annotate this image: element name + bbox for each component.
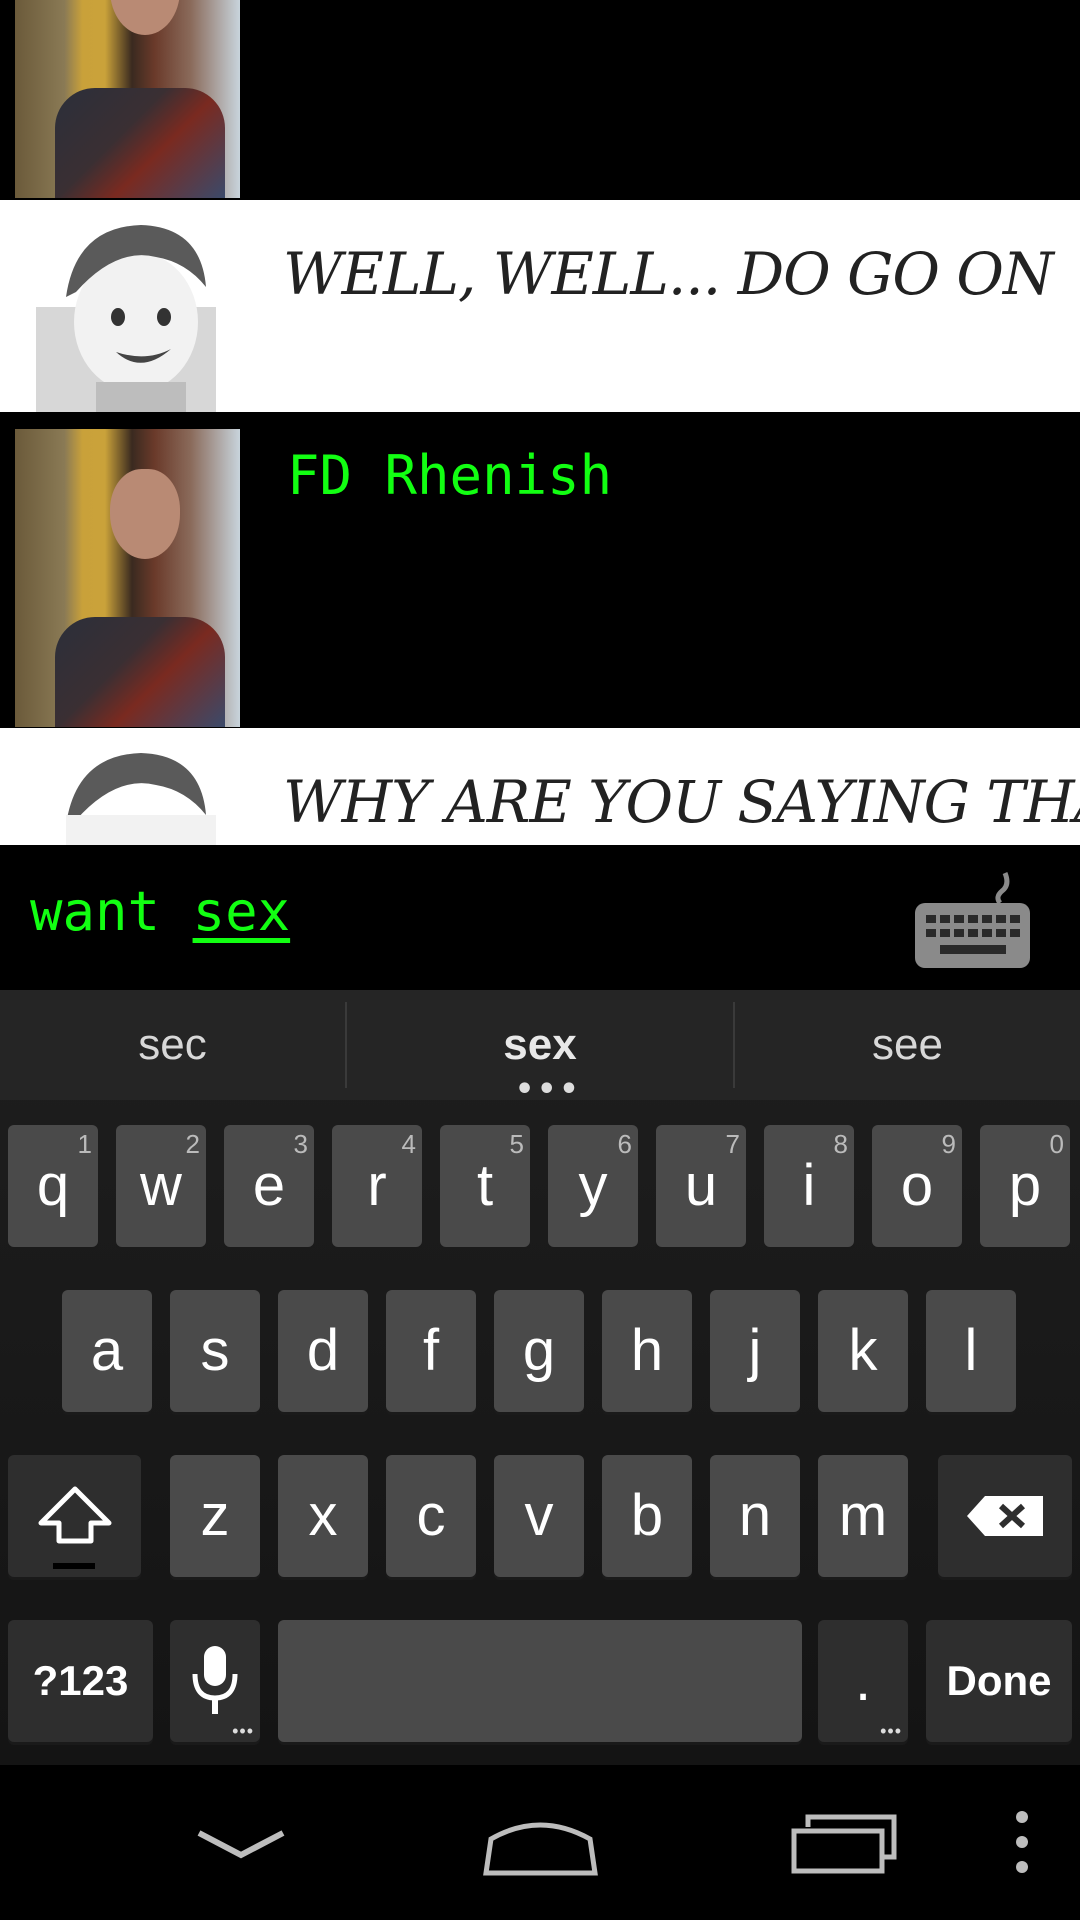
period-key[interactable]: . ••• [818,1620,908,1742]
key-r[interactable]: r4 [332,1125,422,1247]
key-s[interactable]: s [170,1290,260,1412]
soft-keyboard: sec sex ••• see q1 w2 e3 r4 t5 y6 u7 i8 … [0,990,1080,1765]
bot-message-row: WELL, WELL... DO GO ON [0,200,1080,412]
key-d[interactable]: d [278,1290,368,1412]
key-u[interactable]: u7 [656,1125,746,1247]
shift-icon [38,1486,111,1544]
bot-message-text: WELL, WELL... DO GO ON [283,240,1054,308]
key-w[interactable]: w2 [116,1125,206,1247]
navigation-bar [0,1765,1080,1920]
suggestion-left[interactable]: sec [0,990,345,1100]
overflow-menu-icon[interactable] [1010,1807,1034,1877]
shift-key[interactable] [8,1455,141,1577]
composing-word: sex [192,880,291,943]
key-b[interactable]: b [602,1455,692,1577]
user-message-row [0,0,1080,200]
bot-avatar [66,753,216,845]
user-photo [15,429,240,727]
key-x[interactable]: x [278,1455,368,1577]
bot-message-row: WHY ARE YOU SAYING THAT? [0,728,1080,845]
key-t[interactable]: t5 [440,1125,530,1247]
conversation-list[interactable]: WELL, WELL... DO GO ON FD Rhenish WHY AR… [0,0,1080,845]
key-f[interactable]: f [386,1290,476,1412]
key-p[interactable]: p0 [980,1125,1070,1247]
bot-message-text: WHY ARE YOU SAYING THAT? [283,768,1080,836]
key-e[interactable]: e3 [224,1125,314,1247]
recent-apps-icon[interactable] [790,1813,900,1875]
microphone-icon [192,1646,238,1714]
key-l[interactable]: l [926,1290,1016,1412]
key-i[interactable]: i8 [764,1125,854,1247]
back-down-icon[interactable] [195,1827,287,1861]
backspace-key[interactable] [938,1455,1072,1577]
key-m[interactable]: m [818,1455,908,1577]
home-icon[interactable] [483,1817,598,1877]
done-key[interactable]: Done [926,1620,1072,1742]
message-input[interactable]: want sex [30,880,290,943]
suggestion-right[interactable]: see [735,990,1080,1100]
key-y[interactable]: y6 [548,1125,638,1247]
user-message-text: FD Rhenish [287,444,613,507]
message-input-bar: want sex [0,845,1080,990]
key-h[interactable]: h [602,1290,692,1412]
backspace-icon [967,1496,1043,1536]
typed-text: want [30,880,193,943]
more-suggestions-indicator: ••• [515,1072,582,1107]
key-k[interactable]: k [818,1290,908,1412]
key-a[interactable]: a [62,1290,152,1412]
keyboard-icon[interactable] [910,865,1035,975]
key-c[interactable]: c [386,1455,476,1577]
key-g[interactable]: g [494,1290,584,1412]
symbols-key[interactable]: ?123 [8,1620,153,1742]
bot-avatar [36,225,216,412]
key-q[interactable]: q1 [8,1125,98,1247]
key-o[interactable]: o9 [872,1125,962,1247]
key-z[interactable]: z [170,1455,260,1577]
user-message-row: FD Rhenish [0,412,1080,728]
user-photo [15,0,240,198]
voice-input-key[interactable]: ••• [170,1620,260,1742]
key-j[interactable]: j [710,1290,800,1412]
key-n[interactable]: n [710,1455,800,1577]
key-v[interactable]: v [494,1455,584,1577]
space-bar[interactable] [278,1620,802,1742]
suggestion-strip: sec sex ••• see [0,990,1080,1107]
